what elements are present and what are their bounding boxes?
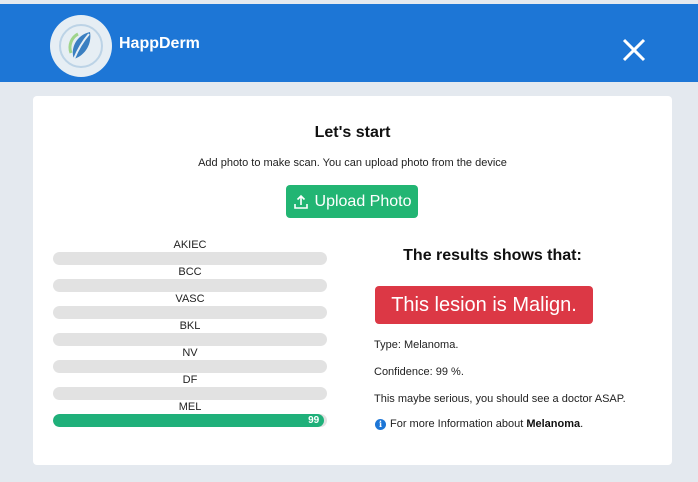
app-header: HappDerm bbox=[0, 4, 698, 82]
class-bar bbox=[53, 252, 327, 265]
more-info: i For more Information about Melanoma. bbox=[375, 418, 583, 430]
upload-icon bbox=[293, 194, 308, 209]
leaf-logo-icon bbox=[59, 24, 103, 68]
class-bar bbox=[53, 387, 327, 400]
info-icon: i bbox=[375, 418, 386, 430]
app-logo[interactable] bbox=[50, 15, 112, 77]
class-label: MEL bbox=[178, 401, 202, 413]
class-label: AKIEC bbox=[173, 239, 207, 251]
class-label: NV bbox=[182, 347, 198, 359]
advice-line: This maybe serious, you should see a doc… bbox=[374, 393, 626, 405]
app-name: HappDerm bbox=[119, 35, 200, 52]
class-row-bkl: BKL bbox=[53, 320, 327, 347]
page-title: Let's start bbox=[314, 124, 391, 141]
class-row-vasc: VASC bbox=[53, 293, 327, 320]
scan-card: Let's start Add photo to make scan. You … bbox=[33, 96, 672, 465]
class-bar: 99 bbox=[53, 414, 327, 427]
upload-photo-button[interactable]: Upload Photo bbox=[286, 185, 418, 218]
upload-photo-label: Upload Photo bbox=[314, 192, 412, 210]
class-row-bcc: BCC bbox=[53, 266, 327, 293]
class-bar bbox=[53, 360, 327, 373]
class-label: DF bbox=[182, 374, 198, 386]
close-icon[interactable] bbox=[620, 36, 648, 64]
class-bar bbox=[53, 333, 327, 346]
upload-instructions: Add photo to make scan. You can upload p… bbox=[198, 157, 507, 169]
class-row-akiec: AKIEC bbox=[53, 239, 327, 266]
class-bar-fill: 99 bbox=[53, 414, 325, 427]
class-row-df: DF bbox=[53, 374, 327, 401]
class-bar bbox=[53, 306, 327, 319]
class-bar bbox=[53, 279, 327, 292]
class-label: BKL bbox=[179, 320, 201, 332]
verdict-badge: This lesion is Malign. bbox=[375, 286, 593, 324]
classification-bars: AKIEC BCC VASC BKL NV DF MEL 99 bbox=[53, 239, 327, 428]
class-row-mel: MEL 99 bbox=[53, 401, 327, 428]
class-row-nv: NV bbox=[53, 347, 327, 374]
class-label: VASC bbox=[175, 293, 205, 305]
class-label: BCC bbox=[178, 266, 202, 278]
melanoma-link[interactable]: Melanoma bbox=[526, 418, 580, 430]
results-title: The results shows that: bbox=[403, 247, 582, 264]
more-info-suffix: . bbox=[580, 418, 584, 430]
more-info-prefix: For more Information about bbox=[390, 418, 527, 430]
type-line: Type: Melanoma. bbox=[374, 339, 459, 351]
confidence-line: Confidence: 99 %. bbox=[374, 366, 464, 378]
